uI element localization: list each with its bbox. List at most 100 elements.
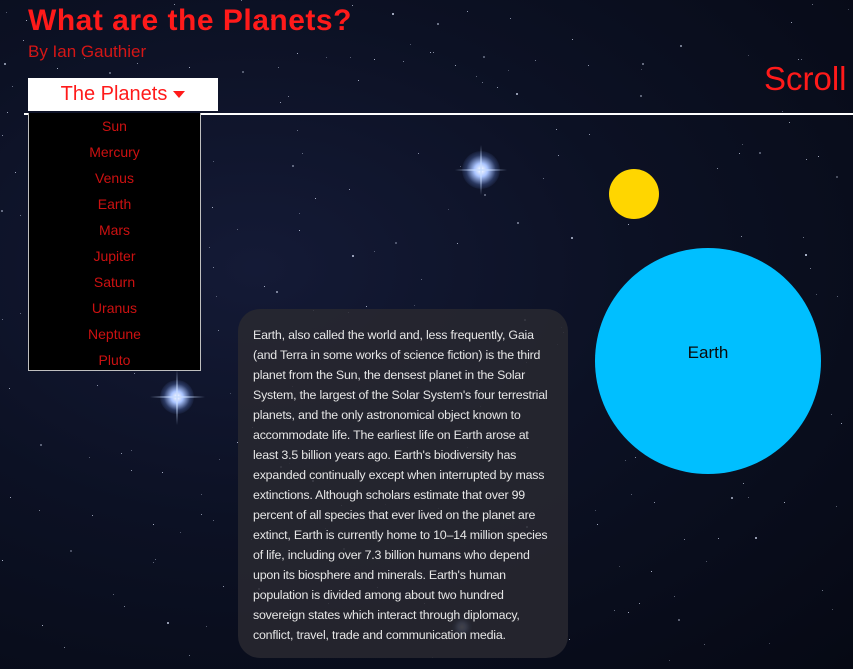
star — [264, 286, 265, 287]
star — [4, 63, 6, 65]
star — [837, 296, 838, 297]
star — [180, 532, 181, 533]
menu-item-venus[interactable]: Venus — [29, 166, 200, 192]
star-flare — [480, 145, 482, 195]
star — [155, 559, 156, 560]
planets-dropdown-button[interactable]: The Planets — [28, 78, 218, 111]
star — [810, 268, 811, 269]
star — [543, 178, 544, 179]
star — [812, 4, 813, 5]
star — [131, 450, 132, 451]
star — [418, 153, 419, 154]
star — [482, 82, 483, 83]
star — [97, 385, 98, 386]
menu-item-mars[interactable]: Mars — [29, 218, 200, 244]
star — [2, 560, 3, 561]
star — [414, 305, 415, 306]
star — [674, 596, 675, 597]
planet-label: Earth — [687, 343, 729, 362]
earth-planet[interactable]: Earth — [595, 248, 821, 474]
star — [678, 619, 680, 621]
star — [818, 156, 819, 157]
star — [556, 129, 557, 130]
star — [437, 23, 439, 25]
star — [769, 643, 770, 644]
caret-down-icon — [173, 91, 186, 98]
star — [784, 502, 785, 503]
star — [455, 65, 456, 66]
page-title: What are the Planets? — [28, 4, 352, 37]
star — [23, 40, 24, 41]
star — [237, 229, 238, 230]
sun-graphic — [609, 169, 659, 219]
star — [759, 152, 761, 154]
star — [789, 122, 790, 123]
star — [189, 67, 190, 68]
star — [410, 44, 411, 45]
star — [349, 189, 350, 190]
star — [124, 606, 125, 607]
star — [558, 155, 559, 156]
menu-item-neptune[interactable]: Neptune — [29, 322, 200, 348]
menu-item-pluto[interactable]: Pluto — [29, 348, 200, 374]
star — [137, 63, 138, 64]
star — [457, 243, 458, 244]
star — [352, 255, 354, 257]
star — [791, 22, 792, 23]
star — [70, 550, 72, 552]
star — [302, 153, 303, 154]
star — [642, 63, 644, 65]
star — [508, 70, 509, 71]
star — [209, 247, 210, 248]
star — [6, 12, 7, 13]
star — [374, 251, 375, 252]
star — [640, 95, 642, 97]
star — [216, 296, 217, 297]
star — [625, 460, 626, 461]
menu-item-saturn[interactable]: Saturn — [29, 270, 200, 296]
star — [635, 457, 636, 458]
star — [2, 135, 3, 136]
star — [421, 279, 422, 280]
star — [680, 45, 682, 47]
planet-description: Earth, also called the world and, less f… — [253, 328, 548, 642]
menu-item-mercury[interactable]: Mercury — [29, 140, 200, 166]
star — [731, 497, 733, 499]
menu-item-uranus[interactable]: Uranus — [29, 296, 200, 322]
star — [460, 166, 461, 167]
star — [189, 655, 190, 656]
star — [40, 444, 42, 446]
star — [315, 198, 316, 199]
star — [805, 254, 807, 256]
planet-info-panel: Earth, also called the world and, less f… — [238, 309, 568, 658]
star — [572, 39, 573, 40]
menu-item-sun[interactable]: Sun — [29, 114, 200, 140]
star — [292, 165, 294, 167]
star — [213, 161, 214, 162]
menu-item-earth[interactable]: Earth — [29, 192, 200, 218]
star — [1, 210, 3, 212]
star — [639, 603, 640, 604]
star — [358, 80, 359, 81]
star — [42, 625, 43, 626]
star — [242, 71, 244, 73]
star — [822, 590, 823, 591]
star — [588, 65, 589, 66]
star — [276, 291, 278, 293]
star — [241, 0, 242, 1]
star — [7, 112, 8, 113]
star — [669, 660, 670, 661]
star — [467, 11, 468, 12]
star — [614, 610, 615, 611]
star — [92, 515, 93, 516]
star — [278, 67, 279, 68]
star — [704, 644, 705, 645]
star — [213, 520, 214, 521]
menu-item-jupiter[interactable]: Jupiter — [29, 244, 200, 270]
star — [350, 57, 351, 58]
star — [206, 626, 207, 627]
star — [2, 319, 3, 320]
star — [684, 539, 685, 540]
star — [162, 472, 163, 473]
star — [352, 5, 353, 6]
